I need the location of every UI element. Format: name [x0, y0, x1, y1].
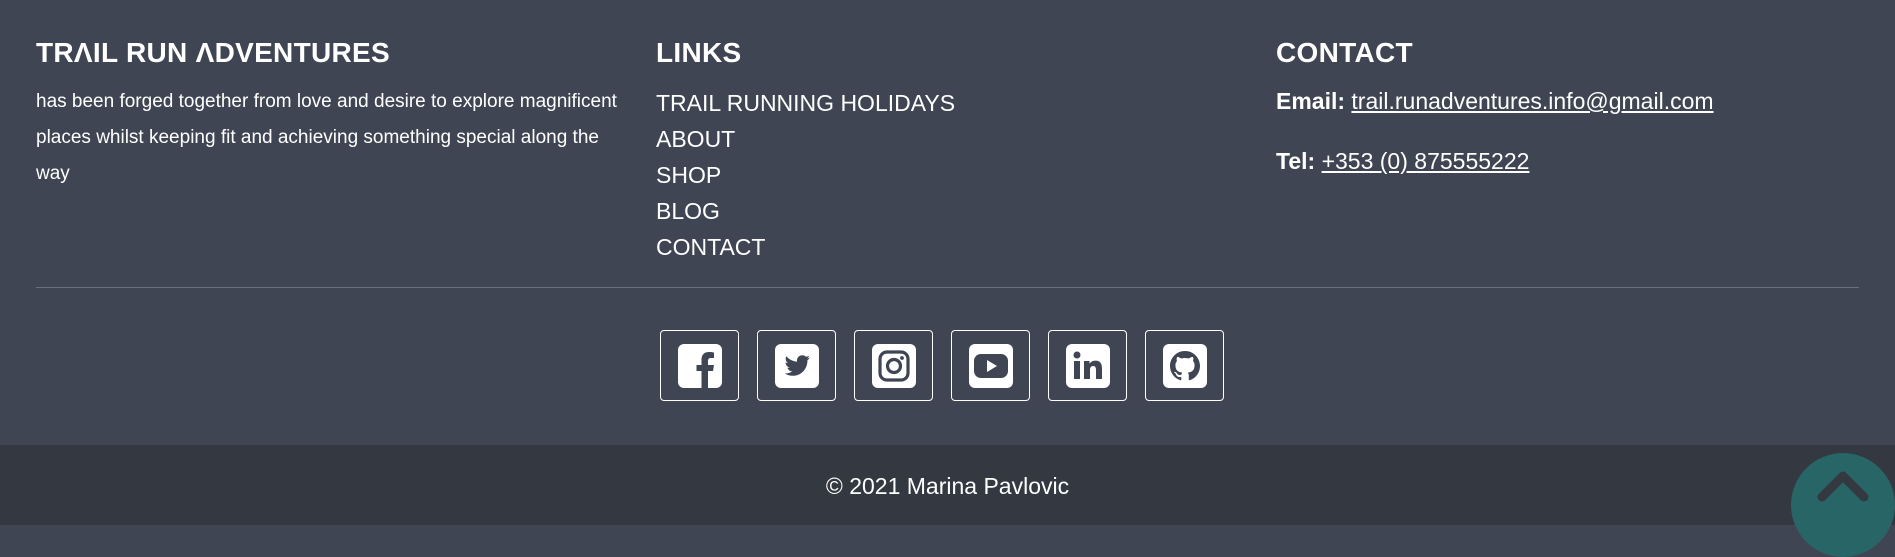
twitter-button[interactable] [757, 330, 836, 401]
scroll-to-top-button[interactable] [1791, 453, 1895, 557]
link-about[interactable]: ABOUT [656, 126, 735, 152]
instagram-button[interactable] [854, 330, 933, 401]
youtube-button[interactable] [951, 330, 1030, 401]
email-label: Email: [1276, 88, 1346, 114]
facebook-button[interactable] [660, 330, 739, 401]
facebook-icon [677, 343, 722, 388]
tel-label: Tel: [1276, 148, 1316, 174]
footer-divider [36, 287, 1859, 288]
social-links [660, 330, 1224, 401]
brand-title: TRΛIL RUN ΛDVENTURES [36, 37, 390, 68]
link-contact[interactable]: CONTACT [656, 234, 765, 260]
link-shop[interactable]: SHOP [656, 162, 721, 188]
about-column: TRΛIL RUN ΛDVENTURES has been forged tog… [36, 36, 636, 192]
link-blog[interactable]: BLOG [656, 198, 720, 224]
about-text: has been forged together from love and d… [36, 91, 617, 184]
links-heading: LINKS [656, 37, 742, 68]
copyright-bar: © 2021 Marina Pavlovic [0, 445, 1895, 525]
github-icon [1162, 343, 1207, 388]
links-list: TRAIL RUNNING HOLIDAYS ABOUT SHOP BLOG C… [656, 85, 1216, 265]
linkedin-button[interactable] [1048, 330, 1127, 401]
chevron-up-icon [1817, 471, 1869, 502]
contact-heading: CONTACT [1276, 37, 1413, 68]
email-line: Email: trail.runadventures.info@gmail.co… [1276, 86, 1856, 116]
copyright-text: © 2021 Marina Pavlovic [825, 473, 1070, 499]
footer: TRΛIL RUN ΛDVENTURES has been forged tog… [0, 0, 1895, 445]
instagram-icon [871, 343, 916, 388]
github-button[interactable] [1145, 330, 1224, 401]
twitter-icon [774, 343, 819, 388]
linkedin-icon [1065, 343, 1110, 388]
tel-link[interactable]: +353 (0) 875555222 [1322, 148, 1530, 174]
links-column: LINKS TRAIL RUNNING HOLIDAYS ABOUT SHOP … [656, 36, 1216, 265]
contact-column: CONTACT Email: trail.runadventures.info@… [1276, 36, 1856, 176]
youtube-icon [968, 343, 1013, 388]
tel-line: Tel: +353 (0) 875555222 [1276, 146, 1856, 176]
link-trail-running-holidays[interactable]: TRAIL RUNNING HOLIDAYS [656, 90, 955, 116]
email-link[interactable]: trail.runadventures.info@gmail.com [1351, 88, 1713, 114]
